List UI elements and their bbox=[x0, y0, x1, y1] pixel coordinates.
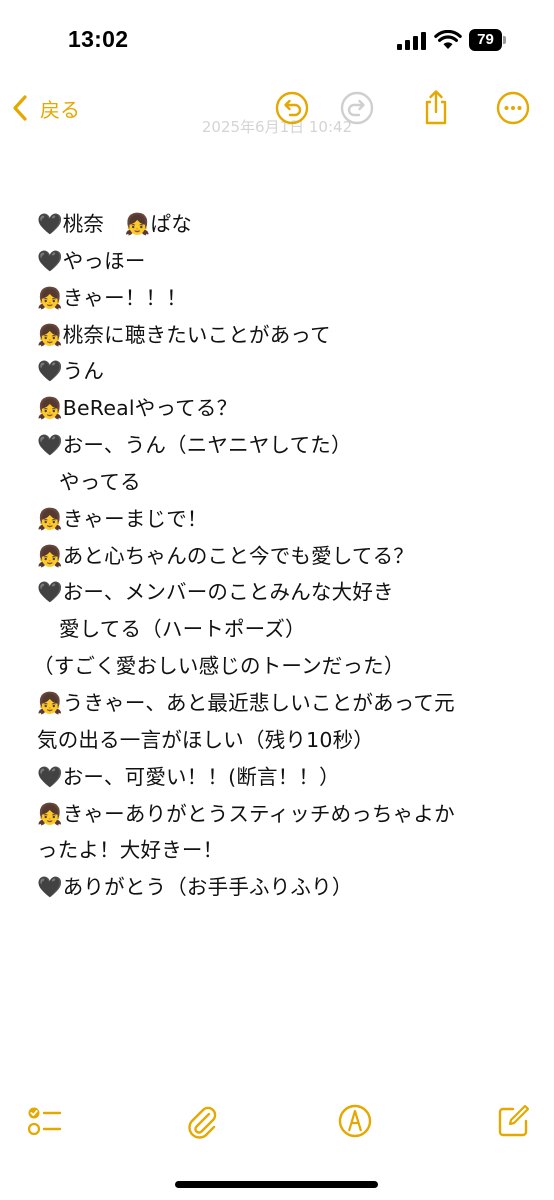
attachment-icon bbox=[188, 1106, 217, 1139]
share-button[interactable] bbox=[416, 88, 456, 128]
checklist-icon bbox=[27, 1107, 62, 1136]
battery-icon: 79 bbox=[469, 29, 507, 51]
signal-icon bbox=[397, 32, 426, 50]
note-line: 🖤おー、うん（ニヤニヤしてた） bbox=[37, 433, 352, 458]
note-line: 愛してる（ハートポーズ） bbox=[59, 617, 306, 642]
wifi-icon bbox=[434, 30, 462, 49]
note-line: 👧桃奈に聴きたいことがあって bbox=[37, 322, 331, 347]
note-line: 👧あと心ちゃんのこと今でも愛してる？ bbox=[37, 543, 415, 568]
note-line: 🖤おー、メンバーのことみんな大好き bbox=[37, 580, 394, 605]
note-line: 🖤桃奈 👧ぱな bbox=[37, 212, 192, 236]
note-toolbar: 戻る 2025年6月1日 10:42 bbox=[0, 80, 554, 136]
note-line: 🖤おー、可愛い！！(断言！！） bbox=[37, 764, 340, 789]
note-line: 👧うきゃー、あと最近悲しいことがあって元 bbox=[37, 690, 455, 715]
compose-button[interactable] bbox=[493, 1101, 533, 1141]
compose-icon bbox=[498, 1104, 530, 1137]
more-button[interactable] bbox=[493, 88, 533, 128]
note-line: 🖤やっほー bbox=[37, 248, 146, 273]
note-body[interactable]: 🖤桃奈 👧ぱな 🖤やっほー 👧きゃー！！！ 👧桃奈に聴きたいことがあって 🖤うん… bbox=[33, 206, 517, 906]
note-line: （すごく愛おしい感じのトーンだった） bbox=[33, 654, 405, 679]
attachment-button[interactable] bbox=[182, 1101, 222, 1141]
share-icon bbox=[425, 90, 447, 125]
note-line: 👧きゃー！！！ bbox=[37, 285, 187, 310]
bottom-toolbar bbox=[0, 1095, 554, 1155]
battery-level: 79 bbox=[477, 31, 494, 48]
checklist-button[interactable] bbox=[24, 1101, 64, 1141]
note-line: ったよ！大好きー！ bbox=[37, 838, 224, 863]
note-line: 🖤うん bbox=[37, 359, 105, 384]
note-line: 気の出る一言がほしい（残り10秒） bbox=[37, 727, 374, 752]
undo-button[interactable] bbox=[272, 88, 312, 128]
note-line: やってる bbox=[59, 469, 141, 494]
redo-icon bbox=[340, 91, 374, 125]
more-icon bbox=[496, 91, 530, 125]
markup-icon bbox=[338, 1104, 372, 1138]
status-bar: 13:02 79 bbox=[0, 0, 554, 80]
home-indicator[interactable] bbox=[175, 1181, 378, 1188]
note-line: 👧きゃーまじで！ bbox=[37, 506, 208, 531]
status-time: 13:02 bbox=[68, 26, 129, 52]
note-line: 👧きゃーありがとうスティッチめっちゃよか bbox=[37, 801, 455, 826]
markup-button[interactable] bbox=[335, 1101, 375, 1141]
undo-icon bbox=[275, 91, 309, 125]
note-line: 👧BeRealやってる？ bbox=[37, 396, 238, 421]
note-line: 🖤ありがとう（お手手ふりふり） bbox=[37, 875, 353, 900]
redo-button[interactable] bbox=[337, 88, 377, 128]
